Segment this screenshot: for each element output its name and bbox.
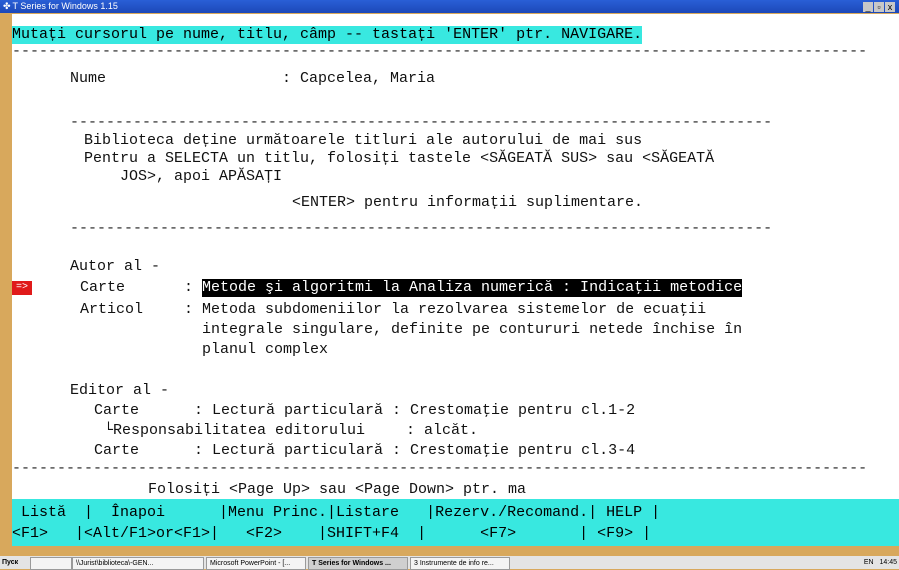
taskbar-item[interactable]: Microsoft PowerPoint - [...	[206, 557, 306, 570]
app-icon: ✤	[3, 1, 11, 11]
title-item-continuation: integrale singulare, definite pe conturu…	[202, 321, 743, 338]
info-text: JOS>, apoi APĂSAȚI	[120, 168, 283, 185]
taskbar: Пуск \\Jurist\biblioteca\-GEN... Microso…	[0, 556, 899, 570]
window-controls: _ ▫ x	[862, 1, 895, 14]
info-text: Biblioteca deține următoarele titluri al…	[84, 132, 643, 149]
instruction-bar: Mutați cursorul pe nume, titlu, câmp -- …	[12, 26, 643, 44]
author-name[interactable]: : Capcelea, Maria	[282, 70, 435, 88]
page-hint: Folosiți <Page Up> sau <Page Down> ptr. …	[148, 481, 527, 498]
divider: ----------------------------------------…	[12, 464, 868, 474]
item-type: Carte	[94, 442, 140, 459]
item-separator: :	[184, 279, 194, 296]
item-separator: :	[184, 301, 194, 318]
name-label: Nume	[70, 70, 107, 87]
item-type: Carte	[94, 402, 140, 419]
close-button[interactable]: x	[885, 2, 895, 12]
clock: 14:45	[879, 559, 897, 566]
window-title: T Series for Windows 1.15	[12, 1, 118, 11]
info-text: <ENTER> pentru informații suplimentare.	[292, 194, 644, 211]
title-item[interactable]: Metoda subdomeniilor la rezolvarea siste…	[202, 301, 706, 319]
taskbar-item[interactable]: 3 Instrumente de info re...	[410, 557, 510, 570]
title-item[interactable]: : Lectură particulară : Crestomaţie pent…	[194, 442, 635, 460]
function-key-bar[interactable]: Listă | Înapoi |Menu Princ.|Listare |Rez…	[12, 499, 899, 546]
taskbar-item-active[interactable]: T Series for Windows ...	[308, 557, 408, 570]
editor-section-header: Editor al -	[70, 382, 170, 399]
item-type: Articol	[80, 301, 144, 318]
info-text: Pentru a SELECTA un titlu, folosiți tast…	[84, 150, 715, 167]
taskbar-item[interactable]: \\Jurist\biblioteca\-GEN...	[72, 557, 204, 570]
title-item[interactable]: : alcăt.	[406, 422, 478, 440]
window-titlebar[interactable]: ✤ T Series for Windows 1.15 _ ▫ x	[0, 0, 899, 13]
language-indicator[interactable]: EN	[864, 559, 874, 566]
item-type: └Responsabilitatea editorului	[104, 422, 366, 439]
author-section-header: Autor al -	[70, 258, 161, 275]
quick-launch[interactable]	[30, 557, 72, 570]
start-button[interactable]: Пуск	[2, 556, 18, 569]
system-tray: EN 14:45	[864, 556, 897, 569]
function-labels[interactable]: Listă | Înapoi |Menu Princ.|Listare |Rez…	[12, 504, 660, 522]
divider: ----------------------------------------…	[70, 118, 773, 128]
selected-title-item[interactable]: Metode şi algoritmi la Analiza numerică …	[202, 279, 743, 297]
divider: ----------------------------------------…	[70, 224, 773, 234]
maximize-button[interactable]: ▫	[874, 2, 884, 12]
title-item[interactable]: : Lectură particulară : Crestomaţie pent…	[194, 402, 635, 420]
item-type: Carte	[80, 279, 126, 296]
divider: ----------------------------------------…	[12, 47, 868, 57]
terminal-screen[interactable]: Mutați cursorul pe nume, titlu, câmp -- …	[12, 14, 899, 546]
cursor-marker: =>	[12, 281, 32, 295]
title-item-continuation: planul complex	[202, 341, 329, 358]
function-keys[interactable]: <F1> |<Alt/F1>or<F1>| <F2> |SHIFT+F4 | <…	[12, 525, 651, 543]
minimize-button[interactable]: _	[863, 2, 873, 12]
